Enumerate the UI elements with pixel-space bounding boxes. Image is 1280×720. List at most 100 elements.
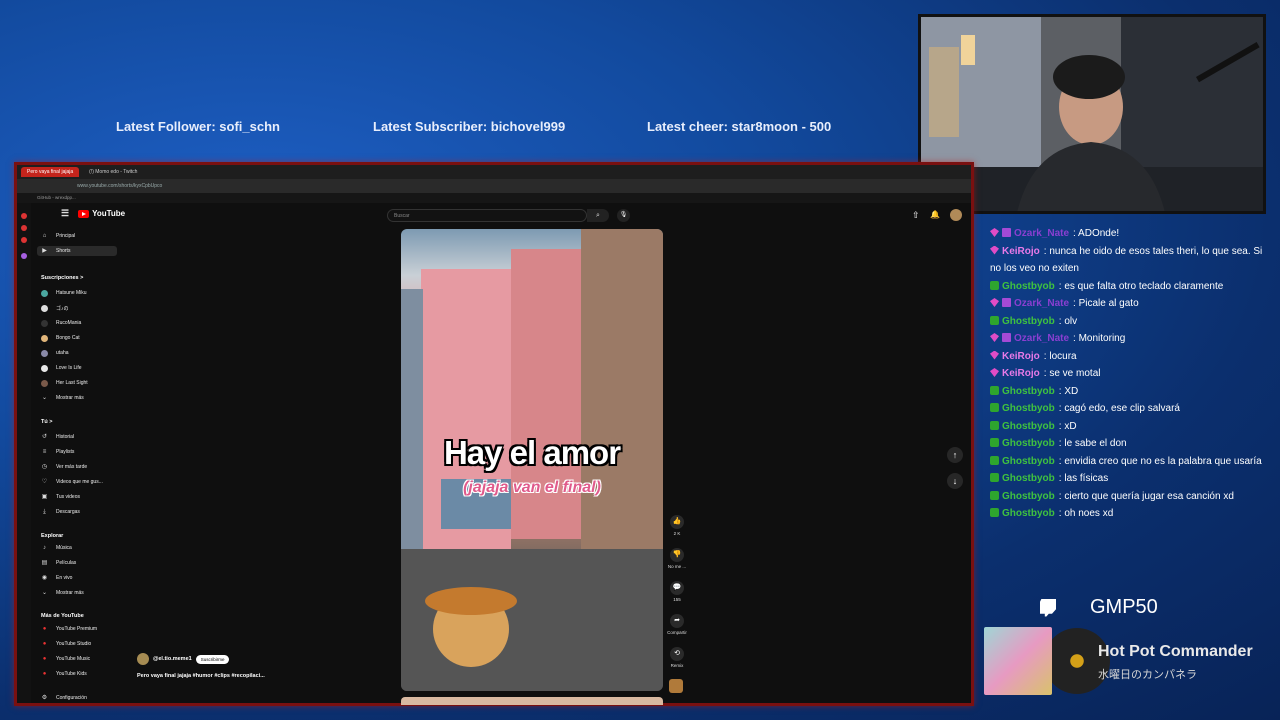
bell-icon[interactable]: 🔔: [930, 210, 940, 219]
sidebar-item-live[interactable]: ◉ En vivo: [41, 573, 73, 583]
gem-badge-icon: [990, 298, 999, 307]
mic-button[interactable]: 🎙: [617, 209, 630, 222]
channel-name[interactable]: @el.tio.meme1: [153, 656, 192, 662]
chat-text: oh noes xd: [1064, 508, 1114, 519]
tab-youtube[interactable]: Pero vaya final jajaja: [21, 167, 80, 177]
chat-username[interactable]: Ghostbyob: [1002, 403, 1055, 414]
sidebar-item-history[interactable]: ↺ Historial: [41, 432, 74, 442]
sidebar-item-home[interactable]: ⌂ Principal: [41, 231, 76, 241]
history-icon: ↺: [41, 433, 48, 440]
sidebar-item-downloads[interactable]: ⤓ Descargas: [41, 507, 80, 517]
rail-icon[interactable]: [21, 237, 27, 243]
sub-item[interactable]: Hatsune Miku: [41, 288, 87, 298]
sidebar-item-kids[interactable]: ● YouTube Kids: [41, 669, 87, 679]
sidebar-item-studio[interactable]: ● YouTube Studio: [41, 639, 92, 649]
sidebar-item-settings[interactable]: ⚙ Configuración: [41, 693, 87, 703]
video-description[interactable]: Pero vaya final jajaja #humor #clips #re…: [137, 673, 265, 679]
sidebar-item-music[interactable]: ♪ Música: [41, 543, 72, 553]
like-button[interactable]: 👍 2 K: [667, 515, 687, 536]
previous-short-button[interactable]: ↑: [947, 447, 963, 463]
gem-badge-icon: [990, 228, 999, 237]
dislike-button[interactable]: 👎 No me ...: [667, 548, 687, 569]
comments-button[interactable]: 💬 155: [667, 581, 687, 602]
chat-username[interactable]: Ozark_Nate: [1014, 333, 1069, 344]
sidebar-item-premium[interactable]: ● YouTube Premium: [41, 624, 97, 634]
chat-username[interactable]: Ghostbyob: [1002, 508, 1055, 519]
you-header[interactable]: Tú >: [41, 419, 52, 425]
sidebar-item-movies[interactable]: ▤ Películas: [41, 558, 77, 568]
chat-text: le sabe el don: [1064, 438, 1127, 449]
chat-message: Ghostbyob: es que falta otro teclado cla…: [990, 278, 1270, 296]
channel-avatar: [41, 304, 48, 312]
sub-item[interactable]: Her Last Sight: [41, 378, 88, 388]
rail-icon[interactable]: [21, 225, 27, 231]
subscribe-button[interactable]: Suscribirme: [195, 654, 230, 664]
now-playing-artist: 水曜日のカンパネラ: [1098, 669, 1197, 681]
sidebar-item-music-app[interactable]: ● YouTube Music: [41, 654, 90, 664]
chat-username[interactable]: Ghostbyob: [1002, 438, 1055, 449]
sub-item[interactable]: RucoMania: [41, 318, 81, 328]
chat-username[interactable]: Ghostbyob: [1002, 316, 1055, 327]
chat-username[interactable]: KeiRojo: [1002, 368, 1040, 379]
short-video-player[interactable]: Hay el amor (jajaja van el final): [401, 229, 663, 691]
chat-username[interactable]: KeiRojo: [1002, 351, 1040, 362]
stream-code-text: GMP50: [1090, 596, 1158, 618]
sidebar-label: Videos que me gus...: [56, 479, 103, 485]
remix-button[interactable]: ⟲ Remix: [667, 647, 687, 668]
search-button[interactable]: ⌕: [587, 209, 609, 222]
chat-username[interactable]: Ghostbyob: [1002, 473, 1055, 484]
channel-avatar: [41, 364, 48, 372]
clock-icon: ◷: [41, 463, 48, 470]
show-more-button[interactable]: ⌄ Mostrar más: [41, 588, 84, 598]
next-short-preview[interactable]: [401, 697, 663, 705]
upload-icon[interactable]: ⇧: [912, 210, 920, 221]
chat-username[interactable]: Ozark_Nate: [1014, 228, 1069, 239]
sidebar-item-shorts[interactable]: ▶ Shorts: [37, 246, 117, 256]
chat-text: es que falta otro teclado claramente: [1064, 280, 1224, 292]
tab-twitch[interactable]: (!) Momo edo - Twitch: [83, 167, 143, 177]
sub-item[interactable]: ゴ♪の: [41, 303, 69, 313]
sub-item[interactable]: Bongo Cat: [41, 333, 80, 343]
chevron-down-icon: ⌄: [41, 394, 48, 401]
rail-icon[interactable]: [21, 253, 27, 259]
verified-badge-icon: [990, 403, 999, 412]
subscriber-badge-icon: [1002, 333, 1011, 342]
address-bar[interactable]: www.youtube.com/shorts/kyxCpbUpco: [17, 179, 971, 193]
next-short-button[interactable]: ↓: [947, 473, 963, 489]
sidebar-item-liked[interactable]: ♡ Videos que me gus...: [41, 477, 103, 487]
avatar[interactable]: [950, 209, 962, 221]
sidebar-item-your-videos[interactable]: ▣ Tus videos: [41, 492, 80, 502]
sidebar-label: Her Last Sight: [56, 380, 88, 386]
sidebar-item-playlists[interactable]: ≡ Playlists: [41, 447, 75, 457]
sound-thumbnail[interactable]: [669, 679, 683, 693]
sub-item[interactable]: utaha: [41, 348, 69, 358]
sidebar-label: Love Is Life: [56, 365, 82, 371]
sidebar-label: ゴ♪の: [56, 305, 69, 312]
dislike-label: No me ...: [667, 564, 687, 569]
comment-count: 155: [673, 597, 681, 602]
chat-username[interactable]: Ghostbyob: [1002, 491, 1055, 502]
rail-icon[interactable]: [21, 213, 27, 219]
subscriptions-header[interactable]: Suscripciones >: [41, 275, 83, 281]
chevron-down-icon: ⌄: [41, 589, 48, 596]
chat-username[interactable]: Ghostbyob: [1002, 421, 1055, 432]
sidebar-item-watch-later[interactable]: ◷ Ver más tarde: [41, 462, 87, 472]
download-icon: ⤓: [43, 508, 46, 515]
channel-avatar[interactable]: [137, 653, 149, 665]
search-input[interactable]: Buscar: [387, 209, 587, 222]
sub-item[interactable]: Love Is Life: [41, 363, 82, 373]
verified-badge-icon: [990, 473, 999, 482]
chat-username[interactable]: Ozark_Nate: [1014, 298, 1069, 309]
verified-badge-icon: [990, 280, 999, 290]
chat-username[interactable]: KeiRojo: [1002, 246, 1040, 257]
sidebar-label: Playlists: [56, 449, 75, 455]
sidebar-label: Hatsune Miku: [56, 290, 87, 296]
chat-username[interactable]: Ghostbyob: [1002, 281, 1055, 292]
comment-icon: 💬: [670, 581, 684, 595]
share-button[interactable]: ➦ Compartir: [667, 614, 687, 635]
chat-message: Ghostbyob: oh noes xd: [990, 505, 1270, 523]
chat-username[interactable]: Ghostbyob: [1002, 456, 1055, 467]
show-more-button[interactable]: ⌄ Mostrar más: [41, 393, 84, 403]
bookmark-item[interactable]: GitHub - wrexdpp...: [37, 195, 76, 200]
chat-username[interactable]: Ghostbyob: [1002, 386, 1055, 397]
